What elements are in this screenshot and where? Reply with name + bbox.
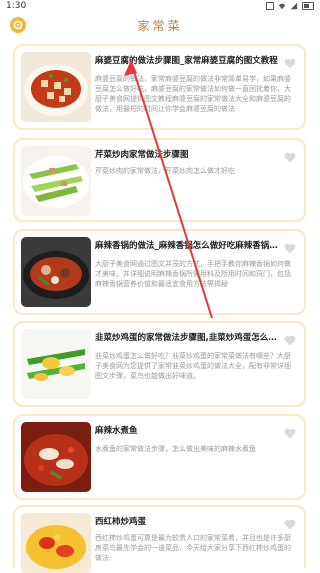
recipe-card[interactable]: 麻辣香锅的做法_麻辣香锅怎么做好吃麻辣香锅的... 大厨子美食网通过图文并茂的方… — [13, 229, 306, 315]
recipe-thumbnail — [21, 146, 91, 216]
recipe-description: 芹菜炒肉的家常做法，芹菜炒肉怎么做才好吃 — [95, 167, 235, 175]
recipe-thumbnail — [21, 329, 91, 399]
battery-icon — [302, 2, 314, 10]
recipe-description: 麻婆豆腐的做法，家常麻婆豆腐的做法非常简单易学，如果麻婆豆腐怎么做好吃，麻婆豆腐… — [95, 75, 291, 113]
favorite-heart-icon[interactable] — [284, 519, 296, 530]
recipe-card[interactable]: 韭菜炒鸡蛋的家常做法步骤图,韭菜炒鸡蛋怎么做... 韭菜炒鸡蛋怎么做好吃？韭菜炒… — [13, 321, 306, 407]
gear-icon — [13, 20, 23, 30]
recipe-card[interactable]: 麻辣水煮鱼 水煮鱼的家常做法步骤，怎么做出美味的麻辣水煮鱼 — [13, 414, 306, 500]
favorite-heart-icon[interactable] — [284, 152, 296, 163]
signal-icon — [290, 2, 298, 10]
favorite-heart-icon[interactable] — [284, 243, 296, 254]
recipe-thumbnail — [21, 422, 91, 492]
recipe-title: 麻辣水煮鱼 — [95, 426, 138, 436]
status-icons — [266, 2, 314, 10]
recipe-card[interactable]: 西红柿炒鸡蛋 西红柿炒鸡蛋可算是最为较贵人口的家常菜肴，并且也是许多厨房菜鸟最先… — [13, 505, 306, 573]
recipe-thumbnail — [21, 52, 91, 122]
favorite-heart-icon[interactable] — [284, 335, 296, 346]
recipe-title: 麻婆豆腐的做法步骤图_家常麻婆豆腐的图文教程 — [95, 56, 278, 66]
notification-icon — [266, 2, 274, 10]
recipe-card[interactable]: 麻婆豆腐的做法步骤图_家常麻婆豆腐的图文教程 麻婆豆腐的做法，家常麻婆豆腐的做法… — [13, 44, 306, 130]
recipe-thumbnail — [21, 513, 91, 573]
recipe-title: 西红柿炒鸡蛋 — [95, 517, 147, 527]
recipe-card[interactable]: 芹菜炒肉家常做法步骤图 芹菜炒肉的家常做法，芹菜炒肉怎么做才好吃 — [13, 138, 306, 222]
recipe-title: 芹菜炒肉家常做法步骤图 — [95, 150, 189, 160]
recipe-description: 水煮鱼的家常做法步骤，怎么做出美味的麻辣水煮鱼 — [95, 445, 256, 453]
recipe-description: 大厨子美食网通过图文并茂的方式，手把手教你麻辣香锅如何做才美味，并详细说明麻辣香… — [95, 260, 291, 288]
favorite-heart-icon[interactable] — [284, 58, 296, 69]
recipe-description: 西红柿炒鸡蛋可算是最为较贵人口的家常菜肴，并且也是许多厨房菜鸟最先学会的一道菜品… — [95, 534, 291, 562]
wifi-icon — [278, 3, 286, 10]
app-bar: 家常菜 — [0, 14, 320, 36]
recipe-description: 韭菜炒鸡蛋怎么做好吃？韭菜炒鸡蛋的家常菜做法有哪些？大厨子美食网为您提供了家常韭… — [95, 352, 291, 380]
app-title: 家常菜 — [137, 18, 183, 33]
status-bar: 1:30 — [0, 0, 320, 14]
recipe-title: 麻辣香锅的做法_麻辣香锅怎么做好吃麻辣香锅的... — [95, 241, 285, 251]
recipe-thumbnail — [21, 237, 91, 307]
recipe-title: 韭菜炒鸡蛋的家常做法步骤图,韭菜炒鸡蛋怎么做... — [95, 333, 285, 343]
menu-button[interactable] — [10, 17, 26, 33]
status-time: 1:30 — [6, 1, 27, 11]
favorite-heart-icon[interactable] — [284, 428, 296, 439]
